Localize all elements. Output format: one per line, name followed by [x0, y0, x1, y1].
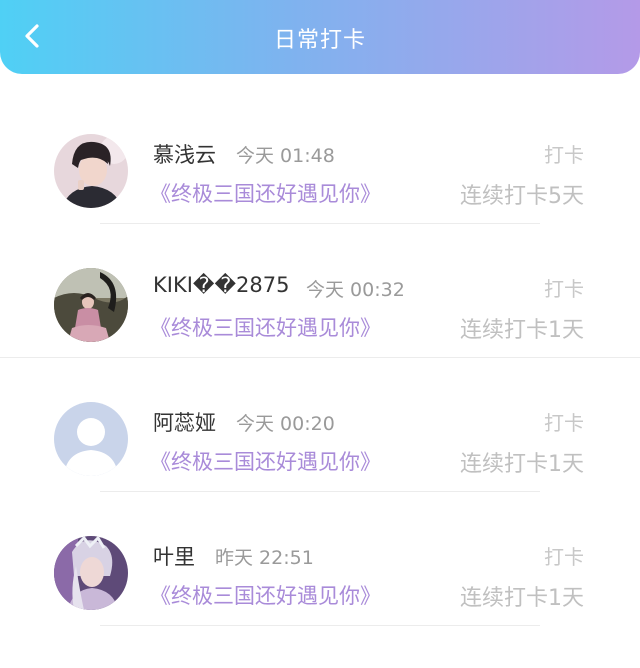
checkin-label: 打卡 [544, 143, 584, 167]
checkin-time: 今天 00:32 [306, 279, 405, 301]
avatar[interactable] [54, 268, 128, 342]
list-item[interactable]: 阿蕊娅 今天 00:20 《终极三国还好遇见你》 打卡 连续打卡1天 [0, 358, 640, 492]
checkin-list: 慕浅云 今天 01:48 《终极三国还好遇见你》 打卡 连续打卡5天 KIKI�… [0, 90, 640, 626]
avatar[interactable] [54, 134, 128, 208]
game-title[interactable]: 《终极三国还好遇见你》 [150, 446, 381, 476]
checkin-label: 打卡 [544, 411, 584, 435]
header-bar: 日常打卡 [0, 0, 640, 74]
user-name: KIKI��2875 [153, 273, 290, 297]
list-item[interactable]: KIKI��2875 今天 00:32 《终极三国还好遇见你》 打卡 连续打卡1… [0, 224, 640, 358]
streak-count: 连续打卡1天 [460, 586, 584, 611]
user-name: 慕浅云 [153, 143, 216, 167]
divider [100, 625, 540, 626]
game-title[interactable]: 《终极三国还好遇见你》 [150, 312, 381, 342]
list-item[interactable]: 慕浅云 今天 01:48 《终极三国还好遇见你》 打卡 连续打卡5天 [0, 90, 640, 224]
checkin-label: 打卡 [544, 277, 584, 301]
game-title[interactable]: 《终极三国还好遇见你》 [150, 178, 381, 208]
list-item[interactable]: 叶里 昨天 22:51 《终极三国还好遇见你》 打卡 连续打卡1天 [0, 492, 640, 626]
avatar[interactable] [54, 536, 128, 610]
user-photo-icon [54, 134, 128, 208]
checkin-time: 昨天 22:51 [215, 547, 314, 569]
game-title[interactable]: 《终极三国还好遇见你》 [150, 580, 381, 610]
avatar[interactable] [54, 402, 128, 476]
user-name: 叶里 [153, 545, 195, 569]
page-title: 日常打卡 [273, 28, 366, 53]
checkin-label: 打卡 [544, 545, 584, 569]
checkin-time: 今天 01:48 [236, 145, 335, 167]
user-photo-icon [54, 536, 128, 610]
streak-count: 连续打卡1天 [460, 452, 584, 477]
streak-count: 连续打卡1天 [460, 318, 584, 343]
user-photo-icon [54, 268, 128, 342]
user-name: 阿蕊娅 [153, 411, 216, 435]
streak-count: 连续打卡5天 [460, 184, 584, 209]
checkin-time: 今天 00:20 [236, 413, 335, 435]
default-avatar-icon [54, 402, 128, 476]
